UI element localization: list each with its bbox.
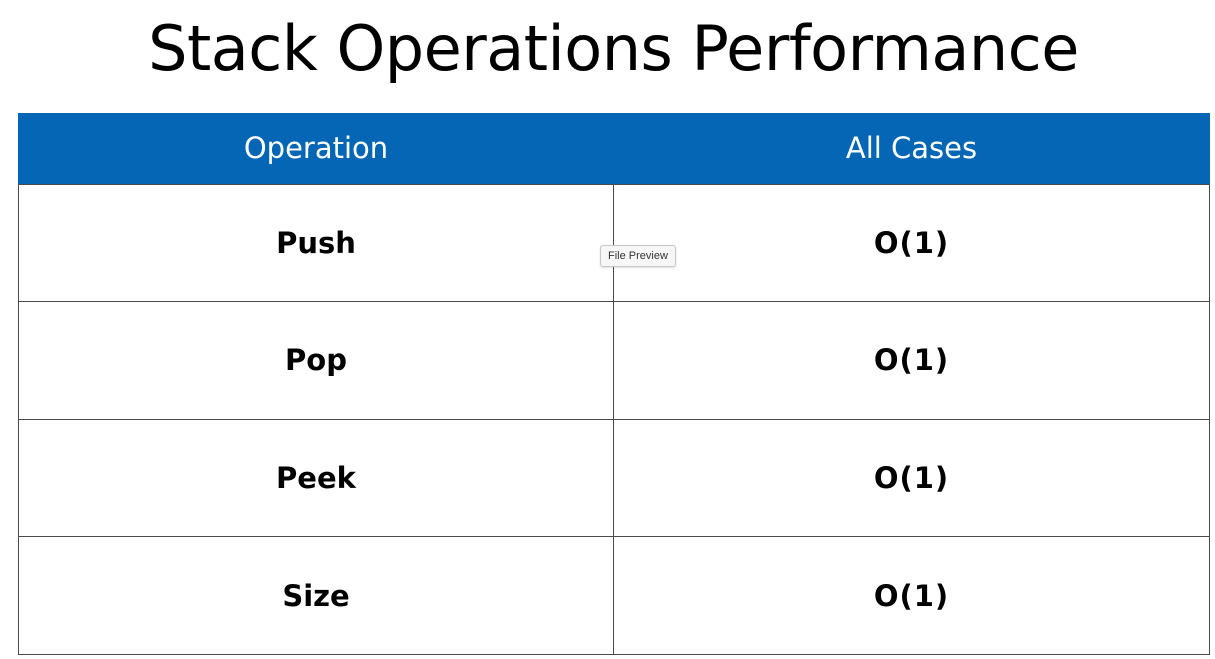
table-header-row: Operation All Cases [18, 113, 1210, 184]
column-header-operation: Operation [18, 113, 614, 184]
table-row: Pop O(1) [18, 301, 1210, 420]
table-row: Push O(1) [18, 183, 1210, 303]
operation-cell: Peek [18, 418, 614, 538]
performance-table: Operation All Cases Push O(1) Pop O(1) P… [18, 113, 1210, 655]
table-row: Peek O(1) [18, 418, 1210, 538]
operation-cell: Push [18, 183, 614, 303]
page-title: Stack Operations Performance [148, 12, 1079, 85]
complexity-cell: O(1) [613, 418, 1210, 538]
table-header: Operation All Cases [18, 113, 1210, 184]
operation-cell: Size [18, 536, 614, 655]
complexity-cell: O(1) [613, 536, 1210, 655]
file-preview-tooltip: File Preview [600, 245, 676, 267]
column-header-all-cases: All Cases [613, 113, 1210, 184]
complexity-cell: O(1) [613, 301, 1210, 420]
table-row: Size O(1) [18, 536, 1210, 655]
complexity-cell: O(1) [613, 183, 1210, 303]
operation-cell: Pop [18, 301, 614, 420]
